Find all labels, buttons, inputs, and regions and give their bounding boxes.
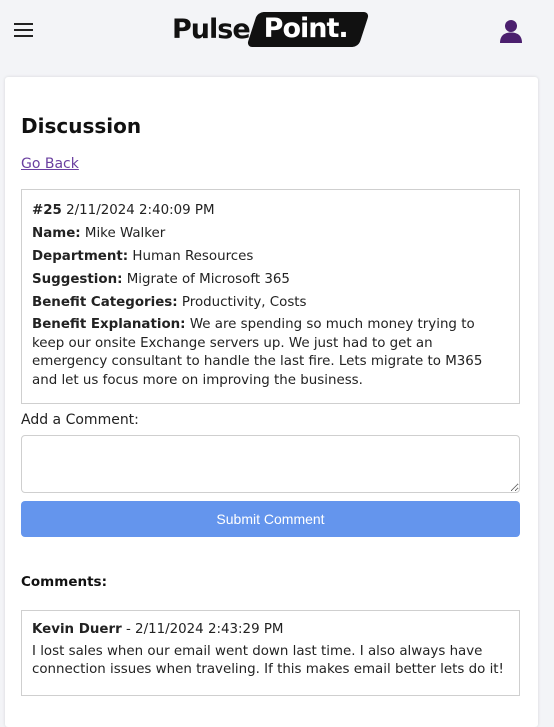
suggestion-label: Suggestion: [32, 272, 123, 287]
page-title: Discussion [21, 114, 142, 138]
categories-row: Benefit Categories: Productivity, Costs [32, 291, 509, 314]
categories-value: Productivity, Costs [181, 295, 307, 310]
comment-text: I lost sales when our email went down la… [32, 643, 504, 678]
explanation-row: Benefit Explanation: We are spending so … [32, 316, 509, 390]
department-row: Department: Human Resources [32, 245, 509, 268]
top-header: Pulse Point. [0, 0, 554, 62]
name-label: Name: [32, 226, 81, 241]
comment-textarea[interactable] [21, 435, 520, 493]
suggestion-row: Suggestion: Migrate of Microsoft 365 [32, 268, 509, 291]
suggestion-value: Migrate of Microsoft 365 [126, 272, 290, 287]
name-value: Mike Walker [84, 226, 166, 241]
logo-text-point: Point. [252, 12, 364, 47]
comment-author: Kevin Duerr [32, 622, 122, 637]
suggestion-number: #25 [32, 203, 62, 218]
comments-heading: Comments: [21, 574, 107, 590]
logo-text-pulse: Pulse [172, 13, 251, 45]
name-row: Name: Mike Walker [32, 222, 509, 245]
user-icon[interactable] [498, 18, 524, 44]
comment-item: Kevin Duerr - 2/11/2024 2:43:29 PM I los… [21, 610, 520, 696]
comment-meta: Kevin Duerr - 2/11/2024 2:43:29 PM [32, 621, 509, 640]
suggestion-details: #25 2/11/2024 2:40:09 PM Name: Mike Walk… [21, 189, 520, 404]
submit-comment-button[interactable]: Submit Comment [21, 501, 520, 537]
add-comment-label: Add a Comment: [21, 412, 139, 428]
suggestion-header-row: #25 2/11/2024 2:40:09 PM [32, 199, 509, 222]
hamburger-menu-icon[interactable] [14, 22, 34, 38]
comment-separator: - [121, 622, 136, 637]
department-value: Human Resources [132, 249, 254, 264]
comment-datetime: 2/11/2024 2:43:29 PM [135, 622, 284, 637]
suggestion-datetime: 2/11/2024 2:40:09 PM [66, 203, 215, 218]
pulsepoint-logo[interactable]: Pulse Point. [172, 10, 364, 48]
go-back-link[interactable]: Go Back [21, 156, 79, 172]
department-label: Department: [32, 249, 129, 264]
categories-label: Benefit Categories: [32, 295, 178, 310]
explanation-label: Benefit Explanation: [32, 317, 186, 332]
